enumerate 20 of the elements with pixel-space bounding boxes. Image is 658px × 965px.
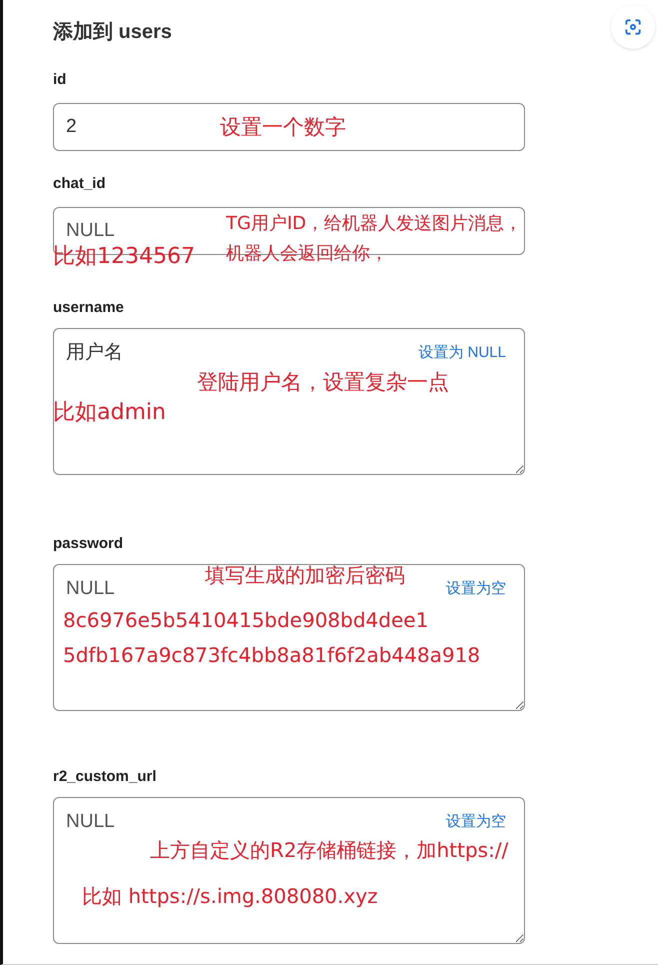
annotation-text: 登陆用户名，设置复杂一点 bbox=[197, 369, 449, 396]
annotation-text: 5dfb167a9c873fc4bb8a81f6f2ab448a918 bbox=[63, 643, 480, 668]
scan-icon bbox=[623, 17, 643, 37]
annotation-text: 设置一个数字 bbox=[220, 114, 346, 140]
annotation-text: 比如admin bbox=[53, 399, 166, 426]
annotation-text: 8c6976e5b5410415bde908bd4dee1 bbox=[63, 608, 428, 633]
set-null-link[interactable]: 设置为空 bbox=[446, 578, 506, 600]
field-label: username bbox=[53, 298, 124, 318]
annotation-text: 填写生成的加密后密码 bbox=[205, 563, 405, 588]
annotation-text: 上方自定义的R2存储桶链接，加https:// bbox=[150, 838, 508, 863]
field-label: password bbox=[53, 534, 124, 554]
annotation-text: TG用户ID，给机器人发送图片消息， bbox=[226, 213, 522, 236]
form-title: 添加到 users bbox=[53, 20, 172, 44]
field-label: id bbox=[53, 70, 66, 90]
annotation-text: 比如 https://s.img.808080.xyz bbox=[82, 884, 378, 909]
set-null-link[interactable]: 设置为 NULL bbox=[418, 342, 506, 364]
field-label: r2_custom_url bbox=[53, 767, 156, 787]
set-null-link[interactable]: 设置为空 bbox=[446, 811, 506, 834]
field-label: chat_id bbox=[53, 174, 106, 194]
visual-search-button[interactable] bbox=[611, 5, 655, 49]
